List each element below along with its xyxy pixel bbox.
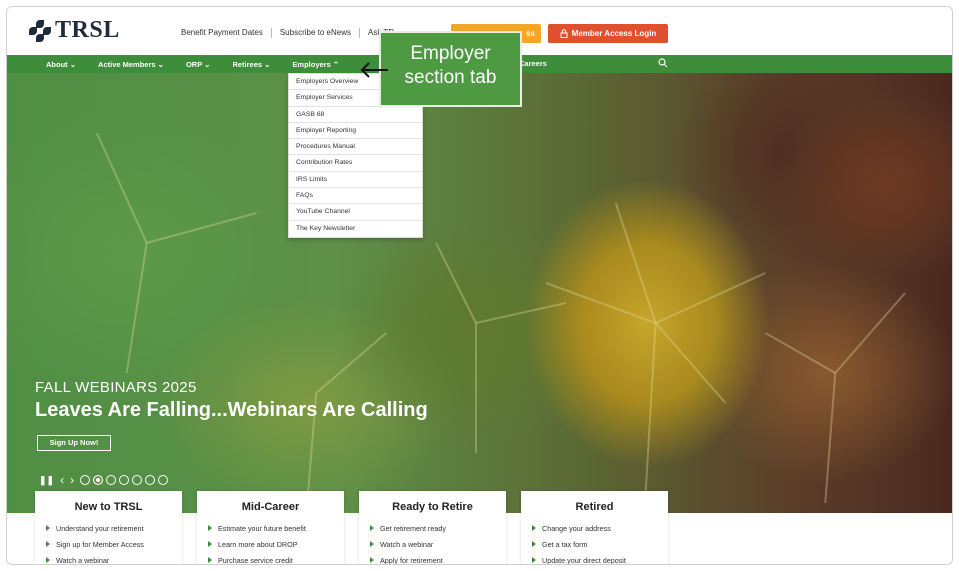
card-link-label: Learn more about DROP <box>218 539 298 549</box>
chevron-right-icon[interactable]: › <box>70 473 74 487</box>
subscribe-enews-link[interactable]: Subscribe to eNews <box>272 28 360 38</box>
triangle-right-icon <box>208 557 212 563</box>
logo-text: TRSL <box>55 17 120 43</box>
hero-banner: FALL WEBINARS 2025 Leaves Are Falling...… <box>7 73 952 513</box>
slide-dot[interactable] <box>145 475 156 485</box>
triangle-right-icon <box>370 557 374 563</box>
member-access-login-button[interactable]: Member Access Login <box>548 24 668 43</box>
card-retired: Retired Change your address Get a tax fo… <box>521 491 668 565</box>
menu-item-irs-limits[interactable]: IRS Limits <box>289 172 422 189</box>
card-ready-to-retire: Ready to Retire Get retirement ready Wat… <box>359 491 506 565</box>
slider-controls: ❚❚ ‹ › <box>39 473 169 487</box>
hero-kicker: FALL WEBINARS 2025 <box>35 379 197 396</box>
logo-mark-icon <box>29 19 51 42</box>
hero-title: Leaves Are Falling...Webinars Are Callin… <box>35 399 428 421</box>
card-link-label: Update your direct deposit <box>542 555 626 565</box>
triangle-right-icon <box>532 525 536 531</box>
menu-item-gasb-68[interactable]: GASB 68 <box>289 107 422 123</box>
card-link-label: Get a tax form <box>542 539 588 549</box>
card-link-label: Change your address <box>542 523 611 533</box>
annotation-arrow-icon <box>360 62 388 78</box>
card-title: Retired <box>575 501 614 513</box>
slide-dot[interactable] <box>132 475 143 485</box>
triangle-right-icon <box>46 525 50 531</box>
utility-links: Benefit Payment Dates Subscribe to eNews… <box>173 28 402 38</box>
trsl-logo[interactable]: TRSL <box>29 17 120 44</box>
nav-employers[interactable]: Employers ⌃ <box>281 60 350 69</box>
card-link[interactable]: Get a tax form <box>532 536 668 552</box>
card-link[interactable]: Understand your retirement <box>46 520 182 536</box>
leaf-veins-decoration <box>95 132 906 513</box>
triangle-right-icon <box>532 557 536 563</box>
login-label: Member Access Login <box>571 29 657 38</box>
chevron-left-icon[interactable]: ‹ <box>60 473 64 487</box>
card-link[interactable]: Purchase service credit <box>208 552 344 565</box>
triangle-right-icon <box>46 541 50 547</box>
nav-active-members[interactable]: Active Members ⌄ <box>87 60 175 69</box>
card-link[interactable]: Watch a webinar <box>370 536 506 552</box>
slide-dot[interactable] <box>158 475 169 485</box>
card-title: Ready to Retire <box>392 501 473 513</box>
menu-item-employer-reporting[interactable]: Employer Reporting <box>289 123 422 140</box>
card-title: New to TRSL <box>74 501 143 513</box>
menu-item-procedures-manual[interactable]: Procedures Manual <box>289 139 422 156</box>
card-link-label: Understand your retirement <box>56 523 144 533</box>
card-link-label: Sign up for Member Access <box>56 539 144 549</box>
nav-about[interactable]: About ⌄ <box>35 60 87 69</box>
nav-careers[interactable]: Careers <box>519 59 547 68</box>
slide-dots <box>80 475 169 485</box>
menu-item-youtube-channel[interactable]: YouTube Channel <box>289 204 422 221</box>
annotation-callout: Employer section tab <box>379 31 522 107</box>
menu-item-key-newsletter[interactable]: The Key Newsletter <box>289 221 422 237</box>
lock-icon <box>560 29 568 38</box>
triangle-right-icon <box>46 557 50 563</box>
card-link[interactable]: Change your address <box>532 520 668 536</box>
triangle-right-icon <box>532 541 536 547</box>
pause-icon[interactable]: ❚❚ <box>39 475 54 486</box>
card-link-label: Watch a webinar <box>380 539 434 549</box>
sign-up-now-button[interactable]: Sign Up Now! <box>37 435 111 451</box>
orange-button-label: ss <box>526 29 535 38</box>
benefit-payment-dates-link[interactable]: Benefit Payment Dates <box>173 28 272 38</box>
card-link[interactable]: Get retirement ready <box>370 520 506 536</box>
card-link[interactable]: Watch a webinar <box>46 552 182 565</box>
card-link[interactable]: Apply for retirement <box>370 552 506 565</box>
card-link-label: Get retirement ready <box>380 523 446 533</box>
slide-dot[interactable] <box>106 475 117 485</box>
card-link[interactable]: Learn more about DROP <box>208 536 344 552</box>
slide-dot[interactable] <box>80 475 91 485</box>
menu-item-contribution-rates[interactable]: Contribution Rates <box>289 155 422 172</box>
triangle-right-icon <box>208 525 212 531</box>
slide-dot[interactable] <box>119 475 130 485</box>
menu-item-faqs[interactable]: FAQs <box>289 188 422 205</box>
card-title: Mid-Career <box>241 501 300 513</box>
triangle-right-icon <box>370 541 374 547</box>
card-link[interactable]: Update your direct deposit <box>532 552 668 565</box>
browser-frame: TRSL Benefit Payment Dates Subscribe to … <box>6 6 953 565</box>
slide-dot-active[interactable] <box>93 475 104 485</box>
card-link-label: Purchase service credit <box>218 555 293 565</box>
annotation-line-2: section tab <box>404 67 497 88</box>
card-mid-career: Mid-Career Estimate your future benefit … <box>197 491 344 565</box>
search-icon[interactable] <box>658 58 668 68</box>
nav-retirees[interactable]: Retirees ⌄ <box>221 60 281 69</box>
card-link[interactable]: Sign up for Member Access <box>46 536 182 552</box>
card-link[interactable]: Estimate your future benefit <box>208 520 344 536</box>
annotation-line-1: Employer <box>410 43 491 64</box>
persona-cards: New to TRSL Understand your retirement S… <box>7 491 952 565</box>
nav-orp[interactable]: ORP ⌄ <box>175 60 222 69</box>
card-new-to-trsl: New to TRSL Understand your retirement S… <box>35 491 182 565</box>
card-link-label: Estimate your future benefit <box>218 523 306 533</box>
triangle-right-icon <box>370 525 374 531</box>
triangle-right-icon <box>208 541 212 547</box>
card-link-label: Apply for retirement <box>380 555 443 565</box>
card-link-label: Watch a webinar <box>56 555 110 565</box>
